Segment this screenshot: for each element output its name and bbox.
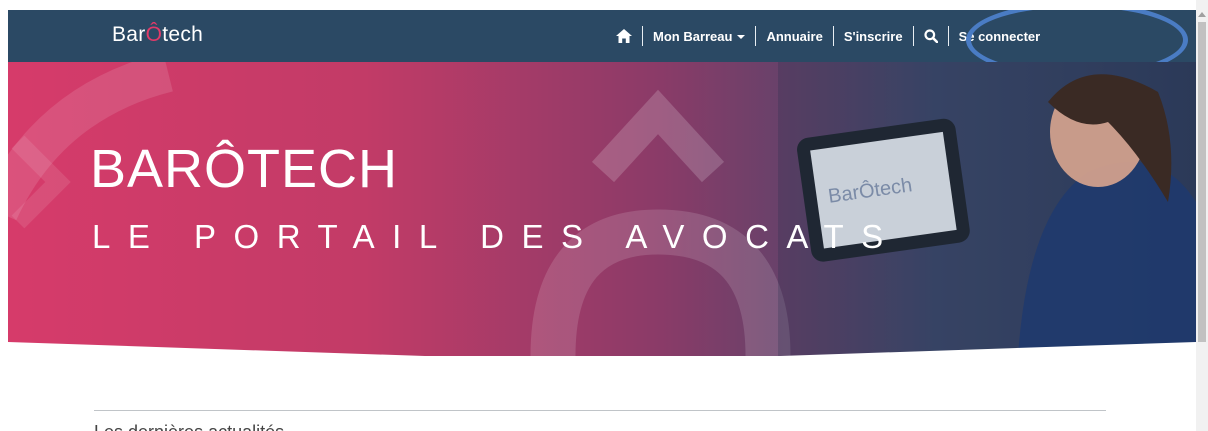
chevron-down-icon xyxy=(737,35,746,40)
search-icon[interactable] xyxy=(923,29,938,43)
site-logo[interactable]: BarÔtech xyxy=(112,23,203,47)
hero-bottom-wedge xyxy=(8,342,1196,362)
home-icon[interactable] xyxy=(616,29,632,43)
section-heading-cut: Les dernières actualités xyxy=(94,422,284,431)
nav-annuaire-link[interactable]: Annuaire xyxy=(766,29,822,44)
logo-accent-letter: Ô xyxy=(145,23,163,46)
scroll-up-icon[interactable] xyxy=(1198,12,1206,17)
nav-mon-barreau-dropdown[interactable]: Mon Barreau xyxy=(653,28,746,44)
logo-text-tech: tech xyxy=(162,23,204,46)
logo-text-bar: Bar xyxy=(112,23,146,46)
browser-viewport: BarÔtech Mon Barreau Annuaire S'inscrire… xyxy=(8,10,1196,431)
nav-divider xyxy=(642,26,643,46)
nav-mon-barreau-label: Mon Barreau xyxy=(653,28,733,44)
hero-decoration xyxy=(8,62,1196,356)
hero-subtitle: LE PORTAIL DES AVOCATS xyxy=(92,218,901,255)
vertical-scrollbar[interactable] xyxy=(1196,0,1208,431)
scrollbar-thumb[interactable] xyxy=(1198,22,1206,342)
hero-banner: BARÔTECH LE PORTAIL DES AVOCATS BarÔtech xyxy=(8,62,1196,356)
nav-divider xyxy=(947,26,949,46)
hero-title: BARÔTECH xyxy=(90,139,399,199)
nav-divider xyxy=(755,26,757,46)
main-nav: Mon Barreau Annuaire S'inscrire Se conne… xyxy=(616,10,1040,62)
nav-se-connecter-link[interactable]: Se connecter xyxy=(959,29,1041,44)
nav-sinscrire-link[interactable]: S'inscrire xyxy=(844,29,903,44)
nav-divider xyxy=(832,26,834,46)
section-divider xyxy=(94,410,1106,411)
nav-divider xyxy=(912,26,914,46)
top-navbar: BarÔtech Mon Barreau Annuaire S'inscrire… xyxy=(8,10,1196,78)
